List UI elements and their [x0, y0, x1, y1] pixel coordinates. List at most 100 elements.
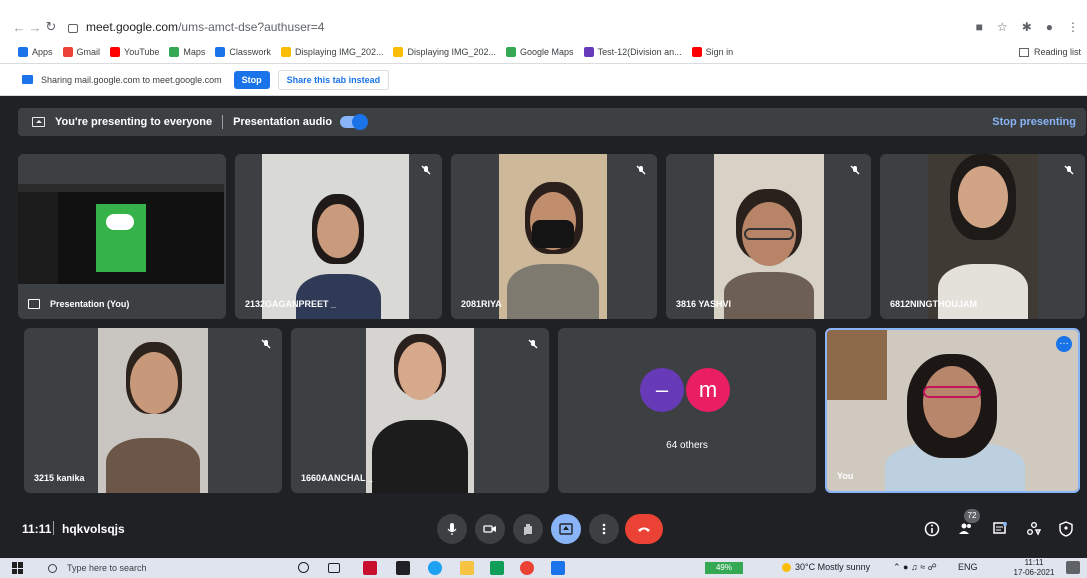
participant-tile[interactable]: 3816 YASHVI: [666, 154, 871, 319]
stop-sharing-button[interactable]: Stop: [233, 70, 270, 89]
search-icon: [48, 563, 57, 573]
leave-call-button[interactable]: [625, 514, 663, 544]
participant-tile[interactable]: 1660AANCHAL _: [291, 328, 549, 493]
bookmark-star-icon[interactable]: ☆: [997, 20, 1008, 34]
self-tile[interactable]: … You: [825, 328, 1080, 493]
battery-indicator: 49%: [705, 562, 743, 574]
apps-grid-icon: [18, 47, 28, 57]
taskbar-clock[interactable]: 11:11 17-06-2021: [1010, 558, 1058, 578]
mic-off-icon: [421, 165, 431, 175]
chrome-icon[interactable]: [520, 561, 534, 575]
raise-hand-button[interactable]: [513, 514, 543, 544]
youtube-icon: [110, 47, 121, 57]
camera-indicator-icon[interactable]: ■: [976, 20, 983, 34]
meeting-details-button[interactable]: [922, 519, 942, 539]
bookmark-item[interactable]: Maps: [169, 47, 205, 57]
youtube-icon: [691, 47, 702, 57]
bookmark-item[interactable]: Sign in: [691, 47, 734, 57]
presentation-tile[interactable]: Presentation (You): [18, 154, 226, 319]
photos-icon[interactable]: [551, 561, 565, 575]
bookmark-label: Sign in: [705, 47, 734, 57]
mic-off-icon: [1064, 165, 1074, 175]
sun-icon: [782, 563, 791, 572]
participant-video: [928, 154, 1038, 319]
bookmark-item[interactable]: Displaying IMG_202...: [393, 47, 496, 57]
address-bar[interactable]: meet.google.com/ums-amct-dse?authuser=4: [60, 14, 970, 40]
task-view-icon[interactable]: [328, 563, 340, 573]
participant-video: [366, 328, 474, 493]
launcher-icon[interactable]: [490, 561, 504, 575]
co2-slide-thumbnail: [96, 204, 146, 272]
photos-icon: [280, 47, 291, 57]
notifications-icon[interactable]: [1066, 561, 1080, 574]
weather-widget[interactable]: 30°C Mostly sunny: [795, 562, 870, 572]
stop-presenting-button[interactable]: Stop presenting: [992, 116, 1076, 128]
reload-icon[interactable]: ↻: [40, 19, 62, 35]
chat-button[interactable]: [990, 519, 1010, 539]
bookmark-item[interactable]: Classwork: [215, 47, 271, 57]
info-icon: [924, 521, 940, 537]
bookmark-item[interactable]: YouTube: [110, 47, 159, 57]
raise-hand-icon: [524, 524, 532, 535]
activities-button[interactable]: [1024, 519, 1044, 539]
bookmark-item[interactable]: Test-12(Division an...: [583, 47, 682, 57]
bookmark-label: Google Maps: [520, 47, 574, 57]
extensions-icon[interactable]: ✱: [1022, 20, 1032, 34]
tile-name: 6812NINGTHOUJAM: [890, 299, 978, 309]
host-controls-button[interactable]: [1056, 519, 1076, 539]
camera-button[interactable]: [475, 514, 505, 544]
camera-icon: [483, 525, 496, 533]
url-host: meet.google.com: [86, 20, 179, 34]
bookmark-item[interactable]: Gmail: [62, 47, 100, 57]
classroom-icon: [215, 47, 226, 57]
participant-tile[interactable]: 3215 kanika: [24, 328, 282, 493]
participant-video: [262, 154, 409, 319]
language-indicator[interactable]: ENG: [958, 562, 978, 572]
bookmark-item[interactable]: Apps: [18, 47, 53, 57]
bookmark-item[interactable]: Google Maps: [506, 47, 574, 57]
more-vert-icon: [602, 523, 606, 535]
bookmark-label: Displaying IMG_202...: [407, 47, 497, 57]
participant-video: [714, 154, 824, 319]
tile-name: 3816 YASHVI: [676, 299, 732, 309]
mcafee-icon[interactable]: [363, 561, 377, 575]
profile-icon[interactable]: ●: [1046, 20, 1053, 34]
more-options-button[interactable]: [589, 514, 619, 544]
mic-off-icon: [261, 339, 271, 349]
bookmark-item[interactable]: Displaying IMG_202...: [280, 47, 383, 57]
reading-list-icon: [1018, 47, 1029, 57]
people-icon: [959, 523, 971, 534]
cortana-icon[interactable]: [298, 562, 309, 573]
screen-share-icon: [22, 75, 33, 84]
participant-tile[interactable]: 2081RIYA: [451, 154, 657, 319]
participant-tile[interactable]: 6812NINGTHOUJAM: [880, 154, 1085, 319]
search-placeholder: Type here to search: [67, 563, 147, 573]
system-tray-icons[interactable]: ⌃ ● ♫ ≈ ☍: [893, 562, 937, 573]
menu-kebab-icon[interactable]: ⋮: [1067, 20, 1079, 34]
browser-chrome: ← → ↻ meet.google.com/ums-amct-dse?authu…: [0, 0, 1087, 64]
activities-icon: [1027, 522, 1042, 536]
windows-start-icon[interactable]: [12, 562, 24, 574]
bookmark-label: Classwork: [229, 47, 271, 57]
file-explorer-icon[interactable]: [460, 561, 474, 575]
meet-control-bar: 11:11 hqkvolsqjs 72: [0, 505, 1087, 553]
others-count: 64 others: [666, 440, 708, 451]
present-now-button[interactable]: [551, 514, 581, 544]
sharing-message: Sharing mail.google.com to meet.google.c…: [41, 74, 222, 85]
reading-list-button[interactable]: Reading list: [1018, 42, 1081, 62]
participant-tile[interactable]: 2132GAGANPREET _: [235, 154, 442, 319]
others-tile[interactable]: – m 64 others: [558, 328, 816, 493]
presenting-banner: You're presenting to everyone Presentati…: [18, 108, 1086, 136]
share-this-tab-button[interactable]: Share this tab instead: [277, 69, 390, 90]
reading-list-label: Reading list: [1033, 47, 1081, 57]
tile-name: 2132GAGANPREET _: [245, 299, 337, 309]
lock-icon: [68, 23, 78, 33]
more-options-icon[interactable]: …: [1056, 336, 1072, 352]
taskbar-search[interactable]: Type here to search: [34, 558, 264, 578]
store-icon[interactable]: [396, 561, 410, 575]
presentation-audio-toggle[interactable]: [340, 114, 369, 130]
edge-icon[interactable]: [428, 561, 442, 575]
microphone-button[interactable]: [437, 514, 467, 544]
tile-name: 3215 kanika: [34, 473, 85, 483]
presentation-thumbnail: [18, 184, 224, 284]
